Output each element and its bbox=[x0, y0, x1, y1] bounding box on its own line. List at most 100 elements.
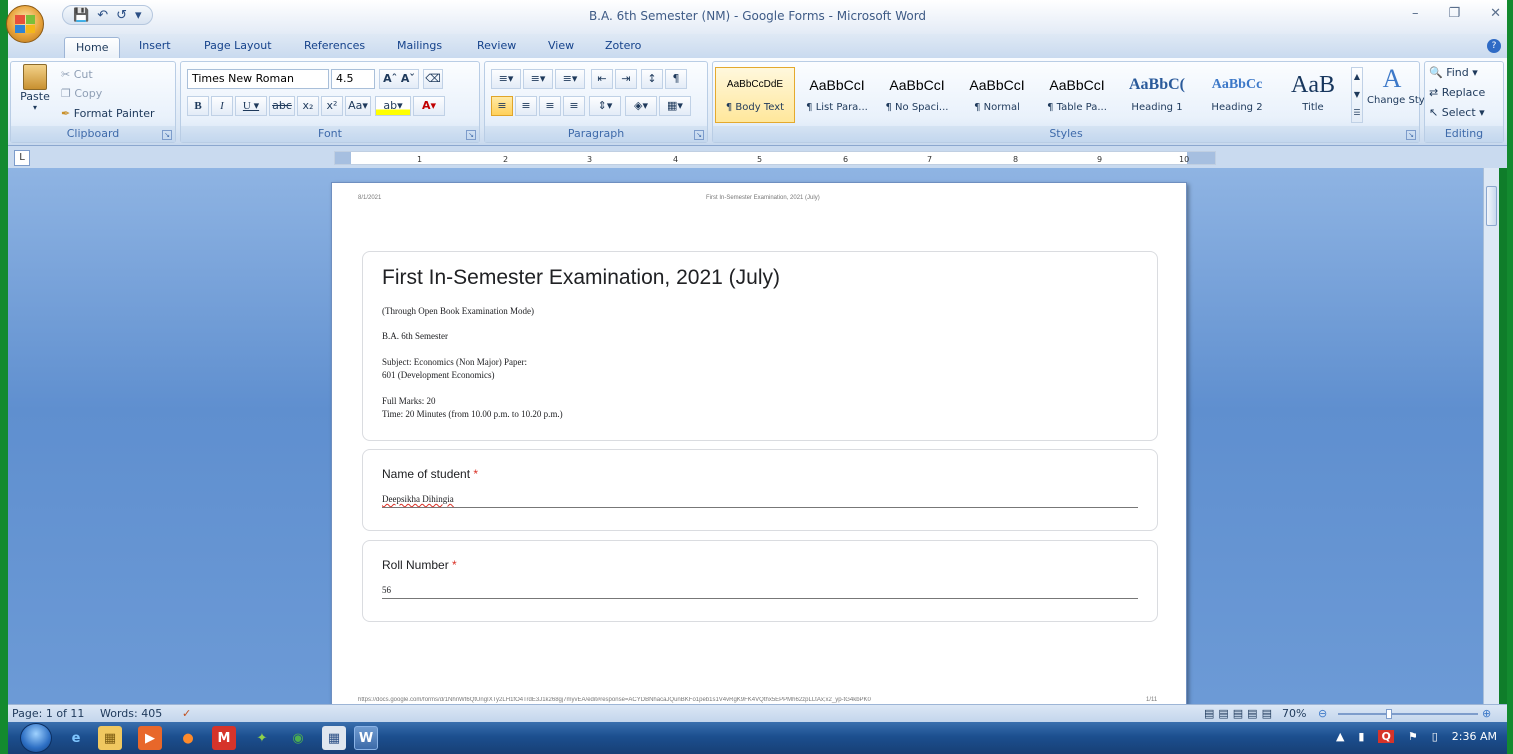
tab-zotero[interactable]: Zotero bbox=[605, 39, 641, 52]
change-styles-button[interactable]: A Change Styles bbox=[1367, 64, 1439, 107]
clipboard-launcher-icon[interactable]: ↘ bbox=[162, 130, 172, 140]
numbering-icon[interactable]: ≡▾ bbox=[523, 69, 553, 89]
folder-icon[interactable]: ▦ bbox=[98, 726, 122, 750]
pilcrow-icon[interactable]: ¶ bbox=[665, 69, 687, 89]
answer-field[interactable]: 56 bbox=[382, 585, 1138, 599]
flag-icon[interactable]: ⚑ bbox=[1408, 730, 1418, 743]
style-heading-1[interactable]: AaBbC(Heading 1 bbox=[1117, 67, 1197, 123]
underline-icon[interactable]: U ▾ bbox=[235, 96, 267, 116]
internet-explorer-icon[interactable]: e bbox=[64, 726, 88, 750]
font-color-icon[interactable]: A▾ bbox=[413, 96, 445, 116]
tab-view[interactable]: View bbox=[548, 39, 574, 52]
media-player-icon[interactable]: ▶ bbox=[138, 726, 162, 750]
page-count[interactable]: Page: 1 of 11 bbox=[12, 707, 84, 720]
increase-indent-icon[interactable]: ⇥ bbox=[615, 69, 637, 89]
zoom-level[interactable]: 70% bbox=[1282, 707, 1306, 720]
tab-mailings[interactable]: Mailings bbox=[397, 39, 442, 52]
vertical-scrollbar[interactable] bbox=[1483, 168, 1499, 704]
form-semester-line: B.A. 6th Semester bbox=[382, 331, 448, 341]
network-icon[interactable]: ▮ bbox=[1358, 730, 1364, 743]
select-button[interactable]: ↖ Select ▾ bbox=[1429, 106, 1485, 119]
document-page[interactable]: 8/1/2021 First In-Semester Examination, … bbox=[331, 182, 1187, 706]
paragraph-group: ≡▾ ≡▾ ≡▾ ⇤ ⇥ ↕ ¶ ≡ ≡ ≡ ≡ ⇕▾ ◈▾ ▦▾ Paragr… bbox=[484, 61, 708, 143]
align-right-icon[interactable]: ≡ bbox=[539, 96, 561, 116]
app-icon[interactable]: ✦ bbox=[250, 726, 274, 750]
page-footer-url: https://docs.google.com/forms/d/1NhnWt6Q… bbox=[358, 697, 871, 703]
chrome-icon[interactable]: ◉ bbox=[286, 726, 310, 750]
mail-icon[interactable]: M bbox=[212, 726, 236, 750]
cursor-icon: ↖ bbox=[1429, 106, 1439, 119]
style-table-paragraph[interactable]: AaBbCcI ¶ Table Pa... bbox=[1037, 67, 1117, 123]
proofing-icon[interactable]: ✓ bbox=[182, 707, 191, 720]
status-bar: Page: 1 of 11 Words: 405 ✓ ▤▤▤▤▤ 70% ⊖ ⊕ bbox=[8, 704, 1507, 722]
form-header-card: First In-Semester Examination, 2021 (Jul… bbox=[362, 251, 1158, 441]
replace-button[interactable]: ⇄ Replace bbox=[1429, 86, 1485, 99]
find-button[interactable]: 🔍 Find ▾ bbox=[1429, 66, 1478, 79]
shading-icon[interactable]: ◈▾ bbox=[625, 96, 657, 116]
horizontal-ruler[interactable]: 1 2 3 4 5 6 7 8 9 10 bbox=[334, 151, 1216, 165]
view-buttons[interactable]: ▤▤▤▤▤ bbox=[1204, 707, 1276, 720]
scrollbar-thumb[interactable] bbox=[1486, 186, 1497, 226]
minimize-icon[interactable]: – bbox=[1412, 6, 1419, 21]
style-no-spacing[interactable]: AaBbCcI ¶ No Spaci... bbox=[877, 67, 957, 123]
font-launcher-icon[interactable]: ↘ bbox=[466, 130, 476, 140]
antivirus-icon[interactable]: Q bbox=[1378, 730, 1394, 743]
clear-formatting-icon[interactable]: ⌫ bbox=[423, 69, 443, 89]
styles-scroll-icon[interactable]: ▲ ▼ ☰ bbox=[1351, 67, 1363, 123]
restore-icon[interactable]: ❐ bbox=[1448, 6, 1460, 21]
justify-icon[interactable]: ≡ bbox=[563, 96, 585, 116]
highlight-icon[interactable]: ab▾ bbox=[375, 96, 411, 116]
bullets-icon[interactable]: ≡▾ bbox=[491, 69, 521, 89]
answer-field[interactable]: Deepsikha Dihingia bbox=[382, 494, 1138, 508]
subscript-icon[interactable]: x₂ bbox=[297, 96, 319, 116]
style-list-paragraph[interactable]: AaBbCcI ¶ List Para... bbox=[797, 67, 877, 123]
firefox-icon[interactable]: ● bbox=[176, 726, 200, 750]
style-title[interactable]: AaB Title bbox=[1277, 67, 1349, 123]
tab-home[interactable]: Home bbox=[64, 37, 121, 59]
styles-launcher-icon[interactable]: ↘ bbox=[1406, 130, 1416, 140]
tab-references[interactable]: References bbox=[304, 39, 365, 52]
paragraph-launcher-icon[interactable]: ↘ bbox=[694, 130, 704, 140]
grow-shrink-font-icon[interactable]: Aˆ Aˇ bbox=[379, 69, 419, 89]
cut-button[interactable]: ✂ Cut bbox=[61, 68, 93, 81]
battery-icon[interactable]: ▯ bbox=[1432, 730, 1438, 743]
sort-icon[interactable]: ↕ bbox=[641, 69, 663, 89]
clock[interactable]: 2:36 AM bbox=[1452, 730, 1497, 743]
ruler-ticks: 1 2 3 4 5 6 7 8 9 10 bbox=[417, 155, 1189, 164]
word-taskbar-icon[interactable]: W bbox=[354, 726, 378, 750]
decrease-indent-icon[interactable]: ⇤ bbox=[591, 69, 613, 89]
font-size-box[interactable]: 4.5 bbox=[331, 69, 375, 89]
zoom-in-icon[interactable]: ⊕ bbox=[1482, 707, 1491, 720]
copy-button[interactable]: ❐ Copy bbox=[61, 87, 102, 100]
tab-selector-icon[interactable]: L bbox=[14, 150, 30, 166]
superscript-icon[interactable]: x² bbox=[321, 96, 343, 116]
tray-arrow-icon[interactable]: ▲ bbox=[1336, 730, 1344, 743]
style-body-text[interactable]: AaBbCcDdE ¶ Body Text bbox=[715, 67, 795, 123]
style-heading-2[interactable]: AaBbCc Heading 2 bbox=[1197, 67, 1277, 123]
paste-button[interactable]: Paste ▾ bbox=[17, 64, 53, 114]
line-spacing-icon[interactable]: ⇕▾ bbox=[589, 96, 621, 116]
start-button[interactable] bbox=[20, 723, 52, 753]
italic-icon[interactable]: I bbox=[211, 96, 233, 116]
multilevel-list-icon[interactable]: ≡▾ bbox=[555, 69, 585, 89]
tab-page-layout[interactable]: Page Layout bbox=[204, 39, 272, 52]
calculator-icon[interactable]: ▦ bbox=[322, 726, 346, 750]
tab-review[interactable]: Review bbox=[477, 39, 516, 52]
help-icon[interactable]: ? bbox=[1487, 39, 1501, 53]
style-normal[interactable]: AaBbCcI ¶ Normal bbox=[957, 67, 1037, 123]
font-name-box[interactable]: Times New Roman bbox=[187, 69, 329, 89]
zoom-slider[interactable] bbox=[1338, 713, 1478, 715]
align-center-icon[interactable]: ≡ bbox=[515, 96, 537, 116]
word-count[interactable]: Words: 405 bbox=[100, 707, 162, 720]
bold-icon[interactable]: B bbox=[187, 96, 209, 116]
close-icon[interactable]: ✕ bbox=[1490, 6, 1501, 21]
borders-icon[interactable]: ▦▾ bbox=[659, 96, 691, 116]
office-button[interactable] bbox=[6, 5, 44, 43]
strikethrough-icon[interactable]: abc bbox=[269, 96, 295, 116]
align-left-icon[interactable]: ≡ bbox=[491, 96, 513, 116]
tab-insert[interactable]: Insert bbox=[139, 39, 171, 52]
zoom-slider-thumb[interactable] bbox=[1386, 709, 1392, 719]
change-case-icon[interactable]: Aa▾ bbox=[345, 96, 371, 116]
zoom-out-icon[interactable]: ⊖ bbox=[1318, 707, 1327, 720]
format-painter-button[interactable]: ✒ Format Painter bbox=[61, 107, 155, 120]
